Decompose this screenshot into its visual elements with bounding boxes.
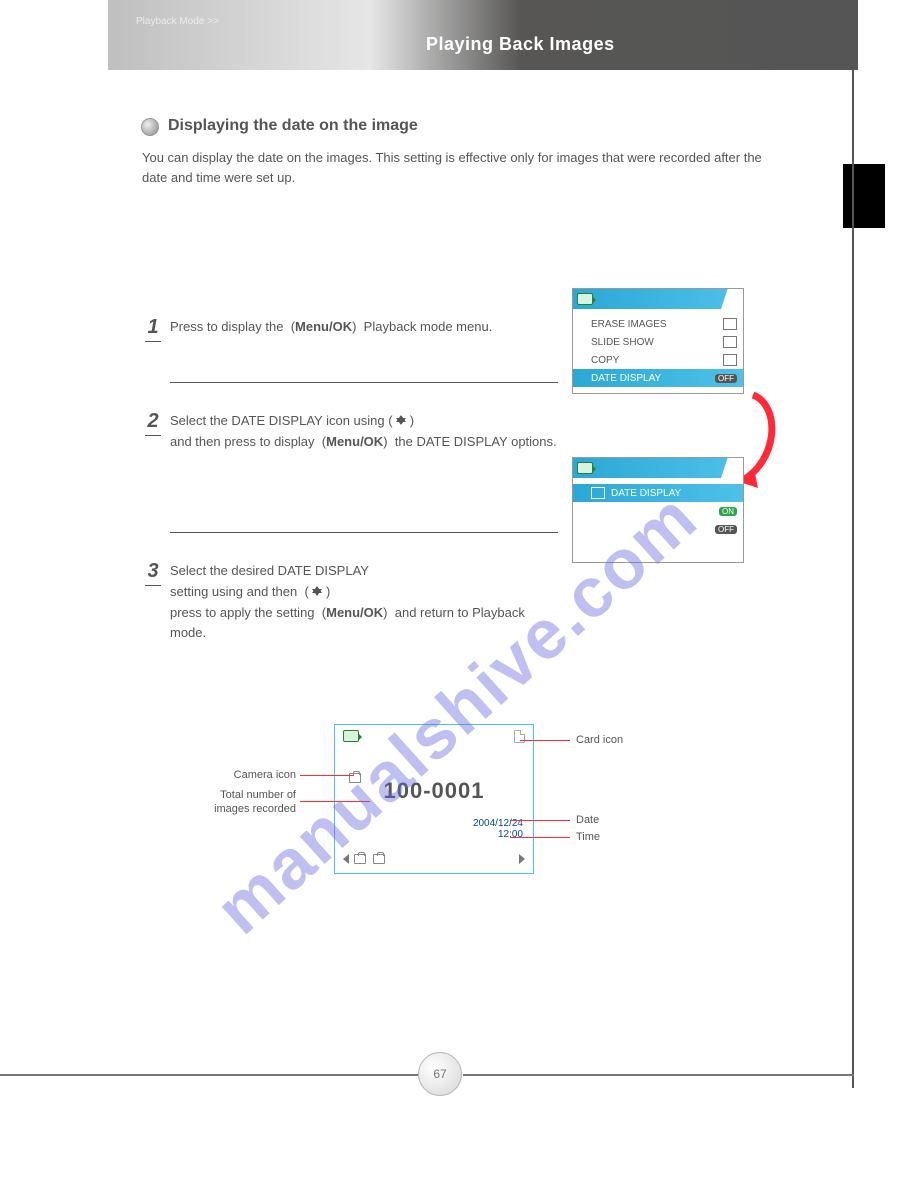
step-number-2: 2 (142, 410, 164, 436)
page-number-circle: 67 (418, 1052, 462, 1096)
s2a: Select the DATE DISPLAY icon using (170, 413, 385, 428)
submenu-head-label: DATE DISPLAY (605, 488, 737, 499)
up-down-icon-2: ( ) (304, 584, 330, 599)
submenu-off: OFF (591, 520, 737, 538)
header-bar: Playback Mode >> Playing Back Images (108, 0, 858, 70)
off-pill: OFF (715, 374, 737, 383)
s3a: Select the desired DATE DISPLAY (170, 563, 369, 578)
page-bottom-border-right (463, 1074, 854, 1076)
bullet-icon (141, 118, 159, 136)
menu-row-erase-label: ERASE IMAGES (591, 319, 667, 330)
s2c: the DATE DISPLAY options. (395, 434, 557, 449)
panel-a-titlebar (573, 289, 743, 309)
page-title: Playing Back Images (426, 34, 615, 55)
lcd-preview: 100-0001 2004/12/24 12:00 (334, 724, 534, 874)
page-bottom-border-left (0, 1074, 420, 1076)
callout-cam-icon: Camera icon (222, 768, 296, 782)
date-display-icon (591, 487, 605, 499)
menu-row-date-display-label: DATE DISPLAY (591, 373, 661, 384)
footer-trash-icon (373, 854, 385, 864)
step-3: Select the desired DATE DISPLAY setting … (170, 561, 558, 644)
panel-b-titlebar (573, 458, 743, 478)
lcd-camera-icon (347, 771, 363, 786)
step-number-1: 1 (142, 316, 164, 342)
submenu-spacer (591, 538, 737, 556)
callout-line-time (510, 837, 570, 838)
divider-1 (170, 382, 558, 383)
menu-row-copy-label: COPY (591, 355, 619, 366)
step-1-wrap: Press to display the (Menu/OK) Playback … (170, 317, 550, 338)
panel-tab-notch-2 (721, 458, 743, 478)
callout-card: Card icon (576, 733, 623, 747)
s3b: setting using and then (170, 584, 297, 599)
s2b: and then press to display (170, 434, 315, 449)
page-root: Playback Mode >> Playing Back Images Pla… (0, 0, 918, 1188)
up-down-icon: ( ) (388, 413, 414, 428)
s1a: Press to display the (170, 319, 283, 334)
on-pill: ON (719, 507, 737, 516)
slideshow-icon (723, 336, 737, 348)
menu-row-erase: ERASE IMAGES (591, 315, 737, 333)
menu-ok-pill: (Menu/OK) (291, 319, 357, 334)
menu-row-copy: COPY (591, 351, 737, 369)
s1b: Playback mode menu. (364, 319, 493, 334)
page-right-border (852, 70, 854, 1088)
step-2: Select the DATE DISPLAY icon using ( ) a… (170, 411, 558, 453)
submenu-head: DATE DISPLAY (573, 484, 743, 502)
play-icon (577, 293, 593, 305)
callout-date: Date (576, 813, 599, 827)
callout-total: Total number of images recorded (188, 788, 296, 817)
panel-tab-notch (721, 289, 743, 309)
playback-menu-panel: ERASE IMAGES SLIDE SHOW COPY DATE DISPLA… (572, 288, 744, 394)
callout-line-card (520, 740, 570, 741)
section-lead: You can display the date on the images. … (142, 148, 782, 187)
menu-row-slideshow: SLIDE SHOW (591, 333, 737, 351)
lcd-date: 2004/12/24 (335, 818, 533, 829)
sd-card-icon (514, 730, 525, 743)
submenu-on: ON (591, 502, 737, 520)
copy-icon (723, 354, 737, 366)
lcd-time: 12:00 (335, 829, 533, 840)
right-arrow-icon (519, 854, 525, 864)
left-arrow-icon (343, 854, 349, 864)
chapter-side-tab: Playing Back Images (843, 164, 885, 228)
callout-time: Time (576, 830, 600, 844)
s3c: press to apply the setting (170, 605, 315, 620)
menu-ok-pill-2: (Menu/OK) (322, 434, 388, 449)
callout-line-cam-icon (300, 775, 354, 776)
section-heading: Displaying the date on the image (168, 117, 418, 135)
callout-line-total (300, 801, 370, 802)
menu-ok-pill-3: (Menu/OK) (322, 605, 388, 620)
step-number-3: 3 (142, 560, 164, 586)
callout-line-date (510, 820, 570, 821)
breadcrumb: Playback Mode >> (136, 16, 219, 27)
footer-cam-icon (354, 854, 366, 864)
date-display-panel: DATE DISPLAY ON OFF (572, 457, 744, 563)
page-number: 67 (433, 1067, 446, 1081)
off-pill-2: OFF (715, 525, 737, 534)
divider-2 (170, 532, 558, 533)
play-icon-2 (577, 462, 593, 474)
menu-row-slideshow-label: SLIDE SHOW (591, 337, 654, 348)
lcd-play-icon (343, 730, 359, 742)
erase-icon (723, 318, 737, 330)
menu-row-date-display: DATE DISPLAY OFF (573, 369, 743, 387)
